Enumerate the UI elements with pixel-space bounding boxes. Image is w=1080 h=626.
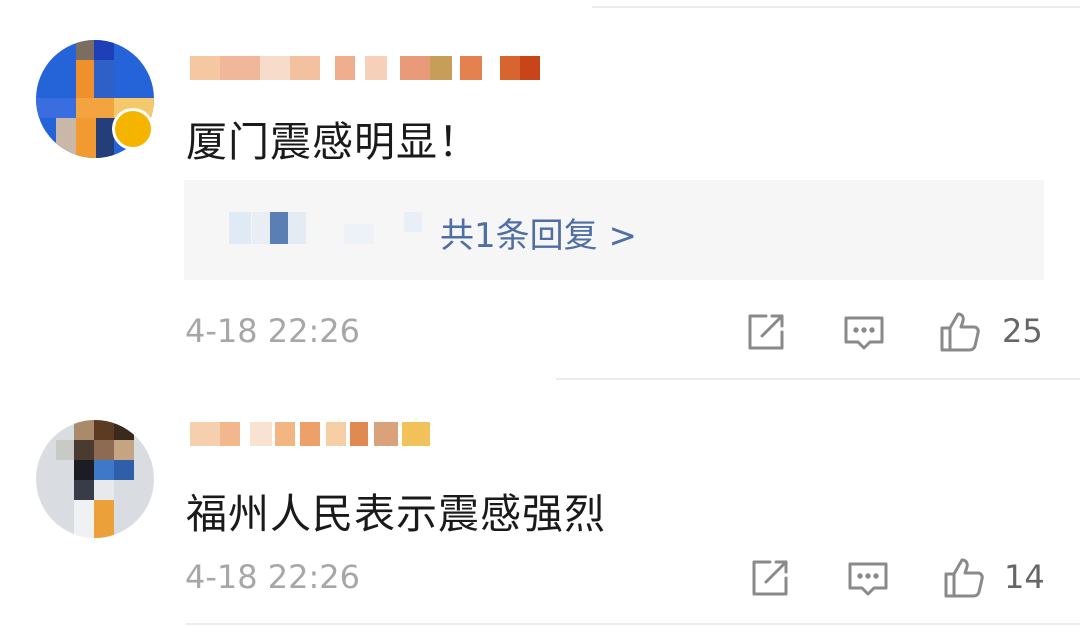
share-icon[interactable] (748, 556, 792, 600)
comment-icon[interactable] (846, 556, 890, 600)
comment-item: 福州人民表示震感强烈 4-18 22:26 14 (0, 380, 1080, 626)
comment-meta-row: 4-18 22:26 14 (0, 548, 1080, 604)
comment-meta-row: 4-18 22:26 25 (0, 302, 1080, 358)
username-blurred[interactable] (190, 422, 440, 446)
thumbs-up-icon[interactable] (938, 310, 982, 354)
comment-item: 厦门震感明显！ 共1条回复 > 4-18 22:26 25 (0, 0, 1080, 380)
like-count: 14 (1004, 558, 1045, 596)
bottom-divider (186, 623, 1080, 625)
avatar[interactable] (36, 420, 154, 538)
comment-timestamp: 4-18 22:26 (185, 312, 361, 350)
reply-preview-box[interactable]: 共1条回复 > (184, 180, 1044, 280)
share-icon[interactable] (744, 310, 788, 354)
view-replies-link[interactable]: 共1条回复 > (440, 208, 637, 257)
comment-text: 福州人民表示震感强烈 (186, 490, 606, 538)
comment-text: 厦门震感明显！ (186, 118, 480, 166)
verified-badge-icon (112, 108, 154, 150)
thumbs-up-icon[interactable] (942, 556, 986, 600)
username-blurred[interactable] (190, 56, 540, 80)
comment-timestamp: 4-18 22:26 (185, 558, 361, 596)
like-count: 25 (1002, 312, 1043, 350)
comment-icon[interactable] (842, 310, 886, 354)
